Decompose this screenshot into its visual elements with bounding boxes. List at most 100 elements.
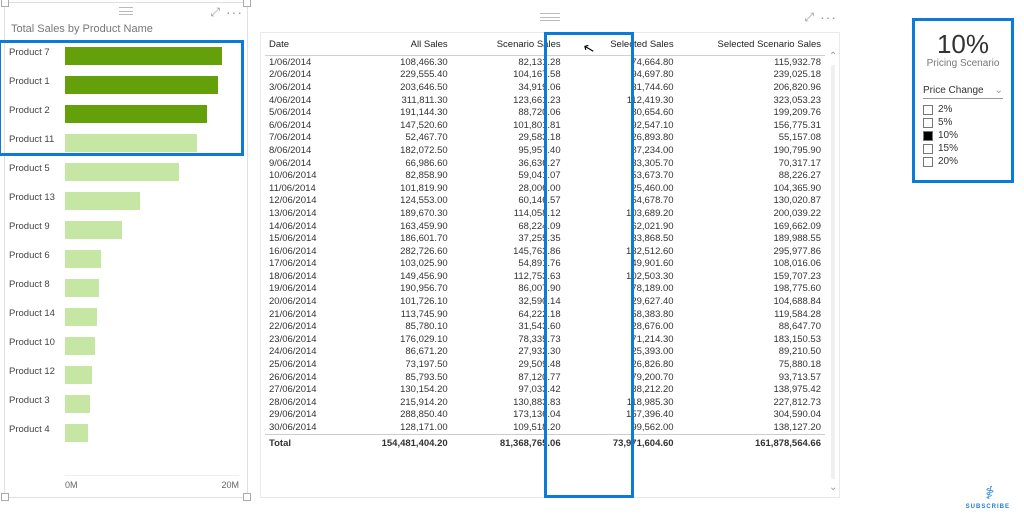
table-row[interactable]: 20/06/2014101,726.1032,590.1429,627.4010… <box>265 295 825 308</box>
subscribe-logo[interactable]: ⚕ SUBSCRIBE <box>966 483 1010 510</box>
cell: 229,555.40 <box>339 69 452 82</box>
table-row[interactable]: 14/06/2014163,459.9068,224.0962,021.9016… <box>265 220 825 233</box>
clear-filter-icon[interactable]: ⌄ <box>995 85 1003 96</box>
slicer-visual[interactable]: Price Change ⌄ 2%5%10%15%20% <box>915 81 1011 172</box>
table-row[interactable]: 24/06/201486,671.2027,932.3025,393.0089,… <box>265 346 825 359</box>
cell: 138,975.42 <box>678 383 825 396</box>
table-row[interactable]: 11/06/2014101,819.9028,006.0025,460.0010… <box>265 182 825 195</box>
cell: 138,127.20 <box>678 421 825 434</box>
bar-row[interactable]: Product 1 <box>5 74 247 103</box>
scroll-down-icon[interactable]: ⌄ <box>829 482 837 493</box>
table-row[interactable]: 27/06/2014130,154.2097,033.4288,212.2013… <box>265 383 825 396</box>
cell: 104,167.58 <box>452 69 565 82</box>
cell: 102,503.30 <box>565 270 678 283</box>
bar-row[interactable]: Product 3 <box>5 393 247 422</box>
drag-handle-icon[interactable] <box>540 13 560 21</box>
table-visual[interactable]: ⤢ ··· Date All Sales Scenario Sales Sele… <box>260 32 840 498</box>
col-all-sales[interactable]: All Sales <box>339 36 452 56</box>
cell: 145,763.86 <box>452 245 565 258</box>
table-row[interactable]: 17/06/2014103,025.9054,891.7649,901.6010… <box>265 258 825 271</box>
checkbox-icon[interactable] <box>923 144 933 154</box>
table-row[interactable]: 30/06/2014128,171.00109,518.2099,562.001… <box>265 421 825 434</box>
bar-row[interactable]: Product 4 <box>5 422 247 451</box>
cell: 59,041.07 <box>452 169 565 182</box>
bar-row[interactable]: Product 14 <box>5 306 247 335</box>
bar-row[interactable]: Product 11 <box>5 132 247 161</box>
bar-row[interactable]: Product 13 <box>5 190 247 219</box>
resize-handle[interactable] <box>243 0 251 7</box>
bar-chart-visual[interactable]: ⤢ ··· Total Sales by Product Name Produc… <box>4 2 248 498</box>
col-scenario-sales[interactable]: Scenario Sales <box>452 36 565 56</box>
table-row[interactable]: 25/06/201473,197.5029,509.4826,826.8075,… <box>265 358 825 371</box>
table-row[interactable]: 18/06/2014149,456.90112,753.63102,503.30… <box>265 270 825 283</box>
col-selected-scenario-sales[interactable]: Selected Scenario Sales <box>678 36 825 56</box>
table-row[interactable]: 22/06/201485,780.1031,543.6028,676.0088,… <box>265 320 825 333</box>
bar-row[interactable]: Product 8 <box>5 277 247 306</box>
vertical-scrollbar[interactable]: ⌃ ⌄ <box>829 53 837 491</box>
cell: 27/06/2014 <box>265 383 339 396</box>
bar-row[interactable]: Product 6 <box>5 248 247 277</box>
table-row[interactable]: 7/06/201452,467.7029,583.1826,893.8055,1… <box>265 132 825 145</box>
cell: 36,636.27 <box>452 157 565 170</box>
table-row[interactable]: 29/06/2014288,850.40173,136.04157,396.40… <box>265 409 825 422</box>
checkbox-icon[interactable] <box>923 118 933 128</box>
col-date[interactable]: Date <box>265 36 339 56</box>
bar-fill <box>65 366 92 384</box>
more-options-icon[interactable]: ··· <box>820 9 837 25</box>
focus-mode-icon[interactable]: ⤢ <box>210 5 220 20</box>
table-row[interactable]: 21/06/2014113,745.9064,222.1858,383.8011… <box>265 308 825 321</box>
resize-handle[interactable] <box>1 0 9 7</box>
more-options-icon[interactable]: ··· <box>226 4 243 20</box>
table-row[interactable]: 2/06/2014229,555.40104,167.5894,697.8023… <box>265 69 825 82</box>
bar-row[interactable]: Product 12 <box>5 364 247 393</box>
slicer-item[interactable]: 10% <box>923 129 1003 142</box>
drag-handle-icon[interactable] <box>119 7 133 15</box>
table-row[interactable]: 1/06/2014108,466.3082,131.2874,664.80115… <box>265 56 825 69</box>
cell: 28,006.00 <box>452 182 565 195</box>
table-row[interactable]: 16/06/2014282,726.60145,763.86132,512.60… <box>265 245 825 258</box>
cell: 33,868.50 <box>565 232 678 245</box>
card-visual[interactable]: 10% Pricing Scenario <box>915 21 1011 81</box>
cell: 78,189.00 <box>565 283 678 296</box>
bar-row[interactable]: Product 5 <box>5 161 247 190</box>
checkbox-icon[interactable] <box>923 131 933 141</box>
bar-row[interactable]: Product 10 <box>5 335 247 364</box>
slicer-item[interactable]: 15% <box>923 142 1003 155</box>
resize-handle[interactable] <box>243 493 251 501</box>
cell: 169,662.09 <box>678 220 825 233</box>
cell: 89,210.50 <box>678 346 825 359</box>
cell: 149,456.90 <box>339 270 452 283</box>
table-row[interactable]: 28/06/2014215,914.20130,883.83118,985.30… <box>265 396 825 409</box>
table-row[interactable]: 23/06/2014176,029.1078,335.7371,214.3018… <box>265 333 825 346</box>
table-row[interactable]: 4/06/2014311,811.30123,661.23112,419.303… <box>265 94 825 107</box>
bar-row[interactable]: Product 9 <box>5 219 247 248</box>
table-row[interactable]: 19/06/2014190,956.7086,007.9078,189.0019… <box>265 283 825 296</box>
checkbox-icon[interactable] <box>923 105 933 115</box>
checkbox-icon[interactable] <box>923 157 933 167</box>
cell: 29,509.48 <box>452 358 565 371</box>
cell: 27,932.30 <box>452 346 565 359</box>
table-row[interactable]: 9/06/201466,986.6036,636.2733,305.7070,3… <box>265 157 825 170</box>
slicer-item[interactable]: 2% <box>923 103 1003 116</box>
table-row[interactable]: 10/06/201482,858.9059,041.0753,673.7088,… <box>265 169 825 182</box>
table-row[interactable]: 5/06/2014191,144.3088,720.0680,654.60199… <box>265 106 825 119</box>
col-selected-sales[interactable]: Selected Sales <box>565 36 678 56</box>
cell: 81,368,765.06 <box>452 434 565 449</box>
table-row[interactable]: 15/06/2014186,601.7037,255.3533,868.5018… <box>265 232 825 245</box>
resize-handle[interactable] <box>1 493 9 501</box>
table-row[interactable]: 3/06/2014203,646.5034,919.0631,744.60206… <box>265 81 825 94</box>
table-row[interactable]: 12/06/2014124,553.0060,146.5754,678.7013… <box>265 195 825 208</box>
focus-mode-icon[interactable]: ⤢ <box>804 10 814 25</box>
scroll-up-icon[interactable]: ⌃ <box>829 51 837 62</box>
scroll-track[interactable] <box>831 65 835 479</box>
table-row[interactable]: 26/06/201485,793.5087,120.7779,200.7093,… <box>265 371 825 384</box>
slicer-item[interactable]: 5% <box>923 116 1003 129</box>
bar-row[interactable]: Product 7 <box>5 45 247 74</box>
cell: 323,053.23 <box>678 94 825 107</box>
slicer-item[interactable]: 20% <box>923 155 1003 168</box>
table-row[interactable]: 13/06/2014189,670.30114,058.12103,689.20… <box>265 207 825 220</box>
bar-row[interactable]: Product 2 <box>5 103 247 132</box>
bar-label: Product 13 <box>9 192 63 203</box>
table-row[interactable]: 8/06/2014182,072.5095,957.4087,234.00190… <box>265 144 825 157</box>
table-row[interactable]: 6/06/2014147,520.60101,801.8192,547.1015… <box>265 119 825 132</box>
